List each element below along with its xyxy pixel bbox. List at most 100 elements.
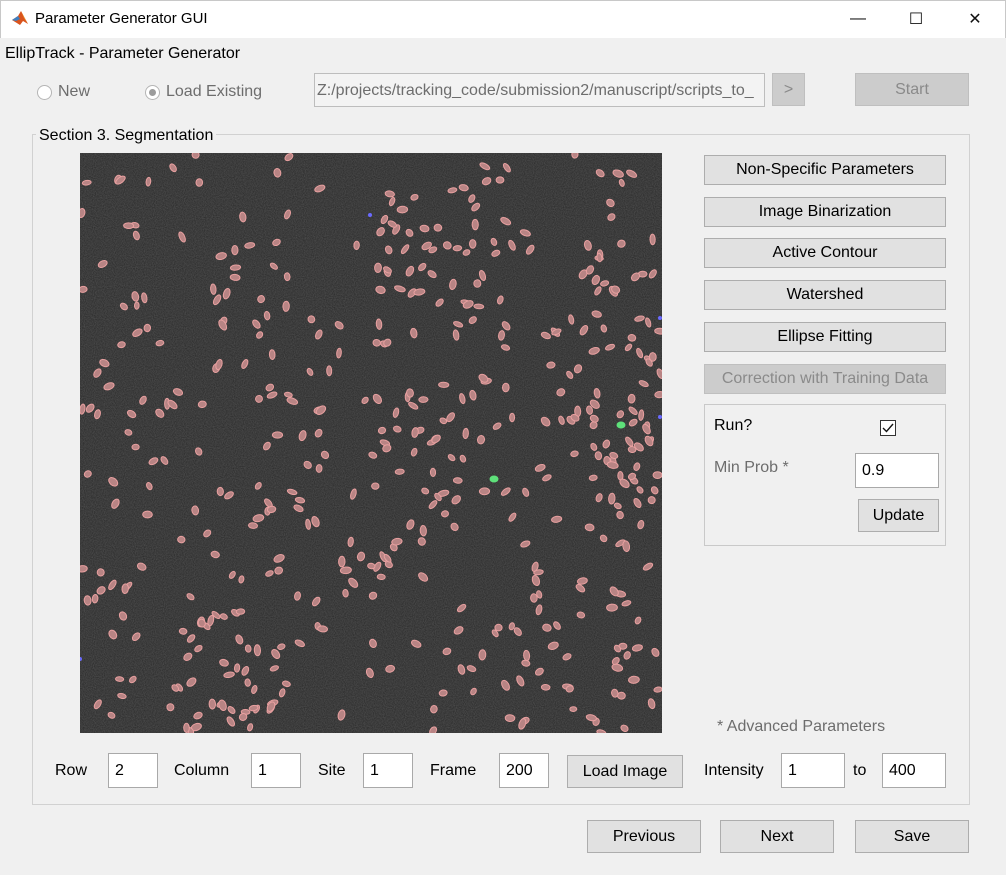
cell-ellipse bbox=[569, 706, 578, 713]
cell-ellipse bbox=[143, 323, 152, 333]
cell-ellipse bbox=[473, 279, 482, 288]
cell-ellipse bbox=[540, 683, 551, 691]
marker-dot bbox=[658, 415, 662, 419]
advanced-note: * Advanced Parameters bbox=[717, 718, 886, 735]
cell-ellipse bbox=[91, 594, 99, 604]
cell-ellipse bbox=[504, 714, 516, 723]
cell-ellipse bbox=[123, 222, 135, 230]
cell-ellipse bbox=[438, 689, 448, 697]
cell-ellipse bbox=[80, 285, 88, 293]
cell-ellipse bbox=[229, 264, 242, 271]
window-title: Parameter Generator GUI bbox=[35, 10, 208, 27]
non-specific-parameters-button[interactable]: Non-Specific Parameters bbox=[704, 155, 946, 185]
start-button[interactable]: Start bbox=[855, 73, 969, 106]
cell-ellipse bbox=[608, 492, 616, 505]
next-button[interactable]: Next bbox=[720, 820, 834, 853]
cell-ellipse bbox=[588, 474, 598, 481]
cell-overlay bbox=[80, 153, 662, 733]
cell-ellipse bbox=[208, 698, 217, 710]
cell-ellipse bbox=[652, 471, 662, 479]
cell-ellipse bbox=[478, 649, 487, 661]
cell-ellipse bbox=[628, 675, 640, 684]
cell-ellipse bbox=[418, 396, 429, 403]
save-button[interactable]: Save bbox=[855, 820, 969, 853]
cell-ellipse bbox=[83, 595, 92, 606]
maximize-icon[interactable]: ☐ bbox=[887, 0, 945, 38]
previous-button[interactable]: Previous bbox=[587, 820, 701, 853]
path-field[interactable]: Z:/projects/tracking_code/submission2/ma… bbox=[314, 73, 765, 107]
cell-ellipse bbox=[649, 233, 656, 246]
correction-training-button[interactable]: Correction with Training Data bbox=[704, 364, 946, 394]
cell-ellipse bbox=[396, 205, 409, 214]
cell-ellipse bbox=[419, 525, 427, 537]
cell-ellipse bbox=[471, 218, 479, 231]
close-icon[interactable]: ✕ bbox=[946, 0, 1004, 38]
cell-ellipse bbox=[235, 608, 246, 615]
image-binarization-button[interactable]: Image Binarization bbox=[704, 197, 946, 227]
panel-title: Section 3. Segmentation bbox=[36, 127, 217, 145]
cell-ellipse bbox=[283, 272, 291, 282]
update-button[interactable]: Update bbox=[858, 499, 939, 532]
cell-ellipse bbox=[315, 464, 323, 473]
cell-ellipse bbox=[210, 283, 217, 295]
app-label: EllipTrack - Parameter Generator bbox=[5, 45, 241, 62]
cell-ellipse bbox=[183, 722, 190, 733]
cell-ellipse bbox=[338, 555, 346, 568]
cell-ellipse bbox=[145, 176, 152, 187]
intensity-label: Intensity bbox=[704, 762, 764, 779]
cell-ellipse bbox=[115, 676, 125, 682]
ellipse-fitting-button[interactable]: Ellipse Fitting bbox=[704, 322, 946, 352]
cell-ellipse bbox=[121, 583, 129, 594]
cell-ellipse bbox=[627, 393, 636, 404]
intensity-max-input[interactable]: 400 bbox=[882, 753, 946, 788]
corrected-cell-ellipse bbox=[489, 475, 499, 483]
cell-ellipse bbox=[131, 443, 140, 451]
cell-ellipse bbox=[478, 487, 491, 496]
radio-new-indicator[interactable] bbox=[37, 84, 52, 100]
site-input[interactable]: 1 bbox=[363, 753, 413, 788]
cell-ellipse bbox=[336, 347, 342, 359]
intensity-min-input[interactable]: 1 bbox=[781, 753, 845, 788]
radio-load-indicator[interactable] bbox=[145, 84, 160, 100]
microscopy-image[interactable] bbox=[80, 153, 662, 733]
cell-ellipse bbox=[353, 240, 360, 250]
cell-ellipse bbox=[195, 178, 204, 187]
corrected-cell-ellipse bbox=[616, 421, 626, 429]
min-prob-label: Min Prob * bbox=[714, 459, 789, 476]
cell-ellipse bbox=[253, 644, 262, 657]
cell-ellipse bbox=[244, 678, 251, 687]
row-input[interactable]: 2 bbox=[108, 753, 158, 788]
load-image-button[interactable]: Load Image bbox=[567, 755, 683, 788]
cell-ellipse bbox=[509, 412, 516, 423]
cell-ellipse bbox=[469, 239, 477, 249]
cell-ellipse bbox=[233, 663, 241, 673]
active-contour-button[interactable]: Active Contour bbox=[704, 238, 946, 268]
marker-dot bbox=[368, 213, 372, 217]
cell-ellipse bbox=[177, 535, 186, 544]
run-checkbox[interactable] bbox=[880, 420, 896, 436]
cell-ellipse bbox=[178, 627, 188, 635]
to-label: to bbox=[853, 762, 867, 779]
column-input[interactable]: 1 bbox=[251, 753, 301, 788]
new-radio[interactable]: New bbox=[37, 83, 90, 101]
column-label: Column bbox=[174, 762, 230, 779]
cell-ellipse bbox=[326, 365, 333, 377]
cell-ellipse bbox=[342, 588, 349, 598]
frame-input[interactable]: 200 bbox=[499, 753, 549, 788]
cell-ellipse bbox=[462, 427, 469, 440]
watershed-button[interactable]: Watershed bbox=[704, 280, 946, 310]
new-radio-label: New bbox=[58, 83, 91, 100]
cell-ellipse bbox=[96, 568, 105, 577]
browse-button[interactable]: > bbox=[772, 73, 805, 106]
minimize-icon[interactable]: — bbox=[829, 0, 887, 38]
cell-ellipse bbox=[271, 431, 284, 439]
cell-ellipse bbox=[394, 468, 405, 475]
load-existing-radio[interactable]: Load Existing bbox=[145, 83, 262, 101]
cell-ellipse bbox=[375, 318, 383, 330]
cell-ellipse bbox=[282, 300, 290, 312]
cell-ellipse bbox=[638, 409, 645, 421]
cell-ellipse bbox=[374, 262, 382, 273]
cell-ellipse bbox=[546, 361, 556, 369]
frame-label: Frame bbox=[430, 762, 477, 779]
min-prob-input[interactable]: 0.9 bbox=[855, 453, 939, 488]
